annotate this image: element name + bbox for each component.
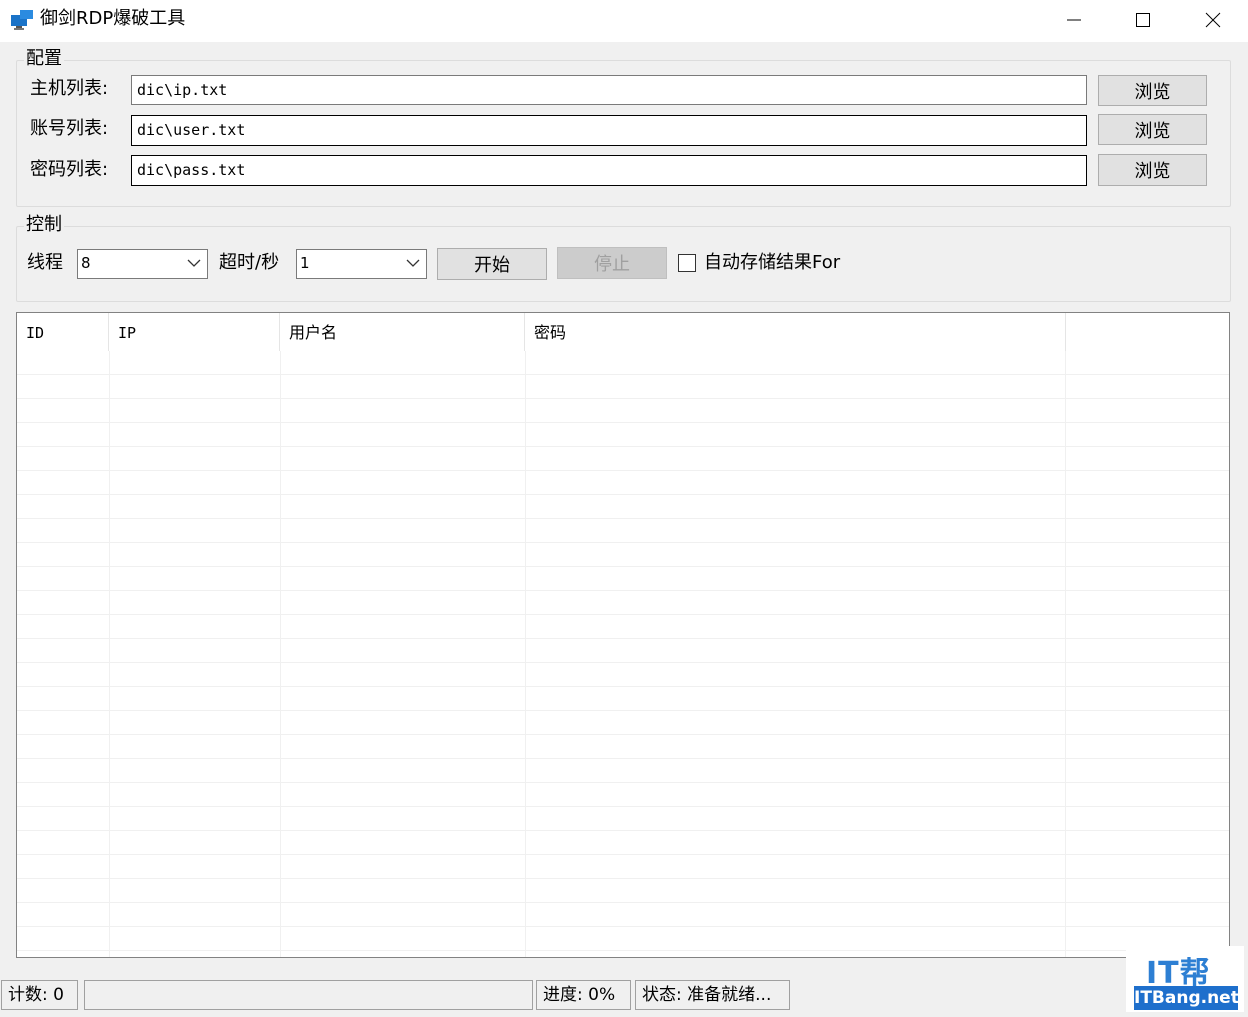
grid-line bbox=[17, 830, 1229, 831]
user-list-input[interactable]: dic\user.txt bbox=[131, 115, 1087, 146]
minimize-button[interactable] bbox=[1044, 0, 1104, 40]
grid-line bbox=[17, 590, 1229, 591]
table-header: ID IP 用户名 密码 bbox=[17, 313, 1229, 351]
app-monitor-icon bbox=[11, 10, 33, 30]
browse-user-button[interactable]: 浏览 bbox=[1098, 114, 1207, 145]
pass-list-input[interactable]: dic\pass.txt bbox=[131, 155, 1087, 186]
autosave-checkbox[interactable] bbox=[678, 254, 696, 272]
grid-line bbox=[17, 758, 1229, 759]
grid-line bbox=[17, 926, 1229, 927]
progress-bar bbox=[84, 980, 533, 1010]
window-title: 御剑RDP爆破工具 bbox=[40, 8, 186, 29]
grid-line bbox=[109, 351, 110, 957]
grid-line bbox=[280, 351, 281, 957]
autosave-label: 自动存储结果For bbox=[704, 252, 841, 273]
column-header-username[interactable]: 用户名 bbox=[280, 313, 525, 351]
threads-value: 8 bbox=[81, 254, 91, 272]
control-legend: 控制 bbox=[24, 214, 64, 236]
progress-text: 进度: 0% bbox=[536, 980, 631, 1010]
timeout-label: 超时/秒 bbox=[219, 252, 280, 273]
maximize-button[interactable] bbox=[1113, 0, 1173, 40]
itbang-watermark: IT帮 ITBang.net bbox=[1126, 946, 1244, 1012]
browse-pass-button[interactable]: 浏览 bbox=[1098, 154, 1207, 186]
minimize-icon bbox=[1067, 19, 1081, 21]
timeout-select[interactable]: 1 bbox=[296, 249, 427, 279]
pass-list-label: 密码列表: bbox=[30, 159, 109, 180]
watermark-bottom: ITBang.net bbox=[1134, 986, 1239, 1010]
start-button[interactable]: 开始 bbox=[437, 248, 547, 280]
grid-line bbox=[17, 638, 1229, 639]
chevron-down-icon bbox=[406, 259, 420, 267]
count-panel: 计数: 0 bbox=[1, 980, 78, 1010]
stop-button[interactable]: 停止 bbox=[557, 247, 667, 279]
grid-line bbox=[17, 662, 1229, 663]
grid-line bbox=[17, 566, 1229, 567]
host-list-label: 主机列表: bbox=[30, 78, 109, 99]
status-bar: 计数: 0 进度: 0% 状态: 准备就绪... bbox=[0, 975, 1248, 1017]
host-list-input[interactable]: dic\ip.txt bbox=[131, 75, 1087, 105]
grid-line bbox=[525, 351, 526, 957]
grid-line bbox=[17, 734, 1229, 735]
chevron-down-icon bbox=[187, 259, 201, 267]
grid-line bbox=[17, 686, 1229, 687]
grid-line bbox=[17, 902, 1229, 903]
grid-line bbox=[17, 494, 1229, 495]
results-table[interactable]: ID IP 用户名 密码 bbox=[16, 312, 1230, 958]
grid-line bbox=[17, 950, 1229, 951]
user-list-label: 账号列表: bbox=[30, 118, 109, 139]
threads-label: 线程 bbox=[27, 252, 63, 273]
column-header-id[interactable]: ID bbox=[17, 313, 109, 351]
grid-line bbox=[17, 374, 1229, 375]
grid-line bbox=[17, 614, 1229, 615]
browse-host-button[interactable]: 浏览 bbox=[1098, 75, 1207, 106]
grid-line bbox=[17, 422, 1229, 423]
close-button[interactable] bbox=[1183, 0, 1243, 40]
grid-line bbox=[17, 806, 1229, 807]
grid-line bbox=[1065, 351, 1066, 957]
grid-line bbox=[17, 398, 1229, 399]
status-text: 状态: 准备就绪... bbox=[635, 980, 790, 1010]
timeout-value: 1 bbox=[300, 254, 310, 272]
threads-select[interactable]: 8 bbox=[77, 249, 208, 279]
column-header-ip[interactable]: IP bbox=[109, 313, 280, 351]
grid-line bbox=[17, 542, 1229, 543]
grid-line bbox=[17, 518, 1229, 519]
grid-line bbox=[17, 446, 1229, 447]
grid-line bbox=[17, 878, 1229, 879]
grid-line bbox=[17, 470, 1229, 471]
grid-line bbox=[17, 782, 1229, 783]
grid-line bbox=[17, 710, 1229, 711]
config-legend: 配置 bbox=[24, 48, 64, 70]
grid-line bbox=[17, 854, 1229, 855]
column-header-password[interactable]: 密码 bbox=[525, 313, 1066, 351]
maximize-icon bbox=[1136, 13, 1150, 27]
close-icon bbox=[1205, 12, 1221, 28]
